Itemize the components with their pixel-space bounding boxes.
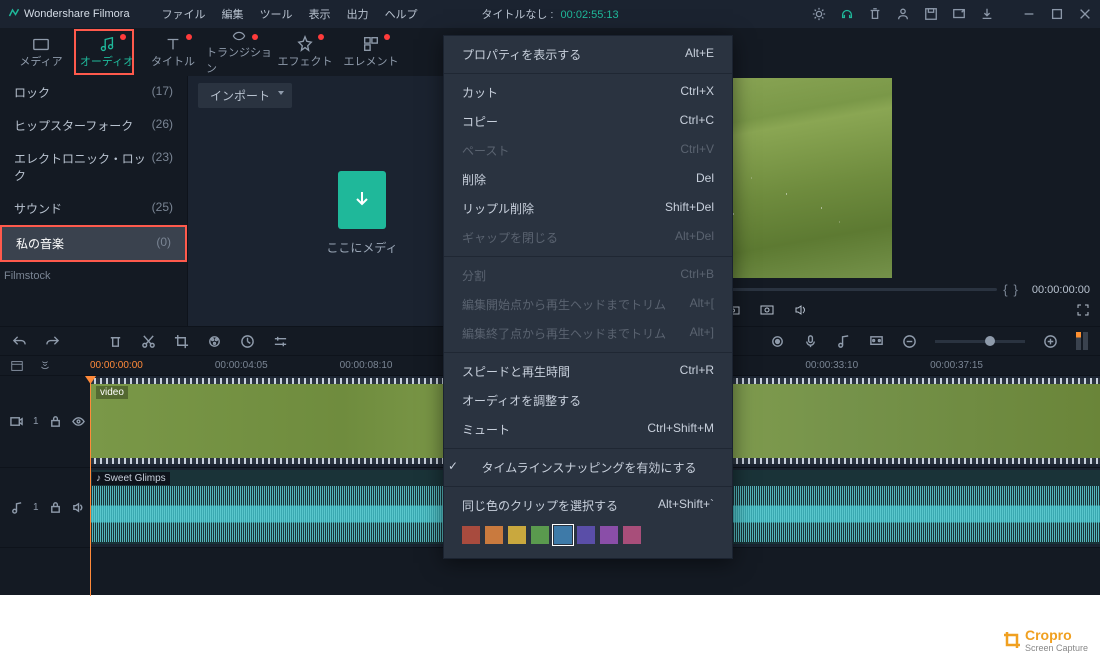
playhead[interactable]	[90, 376, 91, 596]
project-title: タイトルなし :	[481, 9, 553, 21]
color-swatch[interactable]	[508, 526, 526, 544]
speed-icon[interactable]	[240, 334, 255, 349]
tab-transition[interactable]: トランジション	[206, 28, 272, 76]
eye-icon[interactable]	[72, 415, 85, 428]
ctx-mute[interactable]: ミュートCtrl+Shift+M	[444, 415, 732, 444]
drop-hint: ここにメディ	[326, 239, 397, 256]
color-swatch[interactable]	[577, 526, 595, 544]
ctx-trim-end: 編集終了点から再生ヘッドまでトリムAlt+]	[444, 319, 732, 348]
ctx-properties[interactable]: プロパティを表示するAlt+E	[444, 40, 732, 69]
color-swatch[interactable]	[531, 526, 549, 544]
zoom-slider[interactable]	[935, 340, 1025, 343]
ctx-split: 分割Ctrl+B	[444, 261, 732, 290]
volume-icon[interactable]	[794, 303, 808, 317]
ctx-close-gap: ギャップを閉じるAlt+Del	[444, 223, 732, 252]
ctx-audio-adjust[interactable]: オーディオを調整する	[444, 386, 732, 415]
export-icon[interactable]	[952, 7, 966, 21]
sidebar-item-electronic[interactable]: エレクトロニック・ロック(23)	[0, 142, 187, 192]
import-button[interactable]: インポート	[198, 83, 292, 108]
sidebar-item-rock[interactable]: ロック(17)	[0, 76, 187, 109]
menu-output[interactable]: 出力	[347, 6, 369, 22]
app-name: Wondershare Filmora	[24, 8, 130, 20]
menu-tool[interactable]: ツール	[260, 6, 293, 22]
ctx-ripple-delete[interactable]: リップル削除Shift+Del	[444, 194, 732, 223]
ctx-snapping[interactable]: タイムラインスナッピングを有効にする	[444, 453, 732, 482]
sidebar-item-folk[interactable]: ヒップスターフォーク(26)	[0, 109, 187, 142]
ctx-color-row	[444, 520, 732, 554]
mic-icon[interactable]	[803, 334, 818, 349]
delete-icon[interactable]	[108, 334, 123, 349]
close-icon[interactable]	[1078, 7, 1092, 21]
ctx-paste: ペーストCtrl+V	[444, 136, 732, 165]
project-duration: 00:02:55:13	[561, 9, 619, 21]
music-tool-icon[interactable]	[836, 334, 851, 349]
audio-meter	[1076, 332, 1088, 350]
brightness-icon[interactable]	[812, 7, 826, 21]
color-swatch[interactable]	[554, 526, 572, 544]
video-track-icon	[10, 415, 23, 428]
audio-track-icon	[10, 501, 23, 514]
tab-element[interactable]: エレメント	[338, 28, 404, 76]
filmstock-label[interactable]: Filmstock	[0, 262, 187, 290]
color-swatch[interactable]	[623, 526, 641, 544]
crop-tool-icon[interactable]	[174, 334, 189, 349]
ctx-delete[interactable]: 削除Del	[444, 165, 732, 194]
color-swatch[interactable]	[600, 526, 618, 544]
menu-file[interactable]: ファイル	[162, 6, 206, 22]
video-clip-label: video	[96, 386, 128, 399]
settings-icon[interactable]	[273, 334, 288, 349]
tab-media[interactable]: メディア	[8, 28, 74, 76]
lock-icon[interactable]	[49, 501, 62, 514]
magnet-icon[interactable]	[38, 359, 52, 373]
snapshot-icon[interactable]	[760, 303, 774, 317]
zoom-out-icon[interactable]	[902, 334, 917, 349]
maximize-icon[interactable]	[1050, 7, 1064, 21]
tab-effect[interactable]: エフェクト	[272, 28, 338, 76]
undo-icon[interactable]	[12, 334, 27, 349]
preview-timecode: 00:00:00:00	[1032, 284, 1090, 296]
mark-out-icon[interactable]: }	[1014, 282, 1018, 297]
sidebar-item-my-music[interactable]: 私の音楽(0)	[0, 225, 187, 262]
fullscreen-icon[interactable]	[1076, 303, 1090, 317]
tab-title[interactable]: タイトル	[140, 28, 206, 76]
context-menu: プロパティを表示するAlt+E カットCtrl+X コピーCtrl+C ペースト…	[443, 35, 733, 559]
audio-clip-label: ♪ Sweet Glimps	[92, 472, 170, 485]
menu-view[interactable]: 表示	[309, 6, 331, 22]
lock-icon[interactable]	[49, 415, 62, 428]
ctx-speed[interactable]: スピードと再生時間Ctrl+R	[444, 357, 732, 386]
headphones-icon[interactable]	[840, 7, 854, 21]
cut-icon[interactable]	[141, 334, 156, 349]
speaker-icon[interactable]	[72, 501, 85, 514]
color-swatch[interactable]	[485, 526, 503, 544]
ctx-trim-start: 編集開始点から再生ヘッドまでトリムAlt+[	[444, 290, 732, 319]
zoom-in-icon[interactable]	[1043, 334, 1058, 349]
trash-icon[interactable]	[868, 7, 882, 21]
app-logo-icon	[8, 7, 20, 22]
ctx-same-color[interactable]: 同じ色のクリップを選択するAlt+Shift+`	[444, 491, 732, 520]
sidebar-item-sound[interactable]: サウンド(25)	[0, 192, 187, 225]
redo-icon[interactable]	[45, 334, 60, 349]
color-swatch[interactable]	[462, 526, 480, 544]
watermark: CroproScreen Capture	[1003, 627, 1088, 653]
ctx-cut[interactable]: カットCtrl+X	[444, 78, 732, 107]
import-drop-icon[interactable]	[338, 171, 386, 229]
tab-audio[interactable]: オーディオ	[74, 28, 140, 76]
menu-help[interactable]: ヘルプ	[385, 6, 418, 22]
download-icon[interactable]	[980, 7, 994, 21]
minimize-icon[interactable]	[1022, 7, 1036, 21]
record-icon[interactable]	[770, 334, 785, 349]
ctx-copy[interactable]: コピーCtrl+C	[444, 107, 732, 136]
save-icon[interactable]	[924, 7, 938, 21]
color-icon[interactable]	[207, 334, 222, 349]
mark-in-icon[interactable]: {	[1003, 282, 1007, 297]
user-icon[interactable]	[896, 7, 910, 21]
menu-edit[interactable]: 編集	[222, 6, 244, 22]
marker-icon[interactable]	[869, 334, 884, 349]
link-icon[interactable]	[10, 359, 24, 373]
